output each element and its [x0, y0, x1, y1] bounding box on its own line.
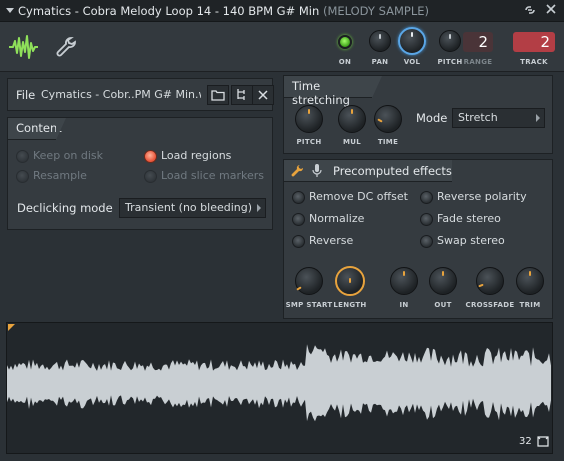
- radio-button[interactable]: [420, 235, 433, 248]
- link-icon[interactable]: [522, 3, 538, 19]
- crossfade-knob[interactable]: [476, 267, 504, 295]
- title-sub: (MELODY SAMPLE): [322, 4, 429, 18]
- content-panel: Content Keep on disk Load regions Resamp…: [7, 117, 273, 230]
- option-label: Remove DC offset: [309, 190, 408, 203]
- in-label: IN: [399, 301, 409, 309]
- smp-start-knob[interactable]: [295, 267, 323, 295]
- title-bar[interactable]: Cymatics - Cobra Melody Loop 14 - 140 BP…: [0, 0, 564, 22]
- browse-button[interactable]: [231, 85, 253, 105]
- pitch-knob[interactable]: [439, 30, 461, 52]
- waveform-icon: [9, 35, 38, 59]
- window-menu-arrow-icon[interactable]: [6, 8, 14, 13]
- in-knob[interactable]: [390, 267, 418, 295]
- file-label: File: [16, 88, 36, 102]
- ts-mul-knob[interactable]: [338, 105, 366, 133]
- track-value-box[interactable]: 2: [513, 32, 555, 52]
- range-label: RANGE: [463, 58, 493, 66]
- content-header: Content: [8, 118, 66, 140]
- ts-pitch-label: PITCH: [296, 138, 322, 146]
- radio-button[interactable]: [144, 170, 157, 183]
- out-knob[interactable]: [429, 267, 457, 295]
- length-knob[interactable]: [335, 266, 365, 296]
- length-label: LENGTH: [333, 301, 367, 309]
- option-label: Fade stereo: [437, 212, 501, 225]
- ts-time-label: TIME: [377, 138, 399, 146]
- radio-button[interactable]: [16, 170, 29, 183]
- waveform-display[interactable]: 32: [6, 322, 553, 454]
- open-folder-button[interactable]: [207, 85, 229, 105]
- pan-label: PAN: [371, 58, 389, 66]
- option-label: Keep on disk: [33, 149, 104, 162]
- vol-label: VOL: [403, 58, 421, 66]
- time-stretching-header: Time stretching: [284, 76, 382, 107]
- range-value-box[interactable]: 2: [463, 32, 493, 52]
- radio-button[interactable]: [292, 213, 305, 226]
- track-label: TRACK: [520, 58, 548, 66]
- radio-button[interactable]: [420, 213, 433, 226]
- title-main: Cymatics - Cobra Melody Loop 14 - 140 BP…: [18, 4, 320, 18]
- out-label: OUT: [434, 301, 452, 309]
- declicking-mode-label: Declicking mode: [17, 201, 113, 215]
- radio-button[interactable]: [292, 235, 305, 248]
- radio-button[interactable]: [144, 150, 157, 163]
- mode-value: Stretch: [458, 111, 498, 124]
- radio-button[interactable]: [16, 150, 29, 163]
- trim-knob[interactable]: [516, 267, 544, 295]
- vol-knob[interactable]: [398, 27, 426, 55]
- radio-button[interactable]: [292, 191, 305, 204]
- chevron-right-icon: [536, 114, 540, 122]
- on-led-toggle[interactable]: [338, 35, 352, 49]
- wrench-tab[interactable]: [52, 32, 82, 62]
- zoom-fit-icon[interactable]: [537, 436, 549, 450]
- declicking-mode-select[interactable]: Transient (no bleeding): [119, 198, 266, 218]
- zoom-value: 32: [519, 436, 532, 447]
- waveform-tab[interactable]: [6, 30, 40, 64]
- option-label: Load slice markers: [161, 169, 265, 182]
- declicking-mode-value: Transient (no bleeding): [125, 201, 253, 214]
- clear-file-button[interactable]: [252, 85, 274, 105]
- close-icon[interactable]: [543, 3, 559, 19]
- file-name: Cymatics - Cobr..PM G# Min.wav: [41, 88, 201, 101]
- ts-pitch-knob[interactable]: [295, 105, 323, 133]
- trim-label: TRIM: [519, 301, 541, 309]
- smp-start-label: SMP START: [285, 301, 333, 309]
- radio-button[interactable]: [420, 191, 433, 204]
- on-label: ON: [338, 58, 352, 66]
- option-label: Load regions: [161, 149, 232, 162]
- mode-select[interactable]: Stretch: [452, 108, 545, 128]
- waveform-graph: [7, 344, 551, 422]
- crossfade-label: CROSSFADE: [465, 301, 515, 309]
- option-label: Swap stereo: [437, 234, 505, 247]
- close-icon: [258, 90, 268, 100]
- mode-label: Mode: [416, 111, 448, 125]
- chevron-right-icon: [257, 204, 261, 212]
- window-title: Cymatics - Cobra Melody Loop 14 - 140 BP…: [18, 4, 429, 18]
- option-label: Normalize: [309, 212, 365, 225]
- pan-knob[interactable]: [369, 30, 391, 52]
- precomputed-header: Precomputed effects: [333, 164, 452, 178]
- ts-time-knob[interactable]: [374, 105, 402, 133]
- microphone-icon[interactable]: [312, 163, 322, 182]
- toolbar: ON PAN VOL PITCH 2 RANGE 2 TRACK: [0, 22, 564, 72]
- wrench-icon: [56, 37, 76, 57]
- option-label: Resample: [33, 169, 87, 182]
- precomputed-effects-panel: Precomputed effects Remove DC offset Rev…: [283, 159, 553, 319]
- option-label: Reverse: [309, 234, 354, 247]
- wrench-icon[interactable]: [289, 163, 305, 182]
- folder-icon: [211, 90, 225, 101]
- file-panel: File Cymatics - Cobr..PM G# Min.wav: [7, 78, 274, 111]
- ts-mul-label: MUL: [342, 138, 361, 146]
- time-stretching-panel: Time stretching PITCH MUL TIME Mode Stre…: [283, 75, 553, 154]
- option-label: Reverse polarity: [437, 190, 527, 203]
- tree-icon: [237, 89, 245, 100]
